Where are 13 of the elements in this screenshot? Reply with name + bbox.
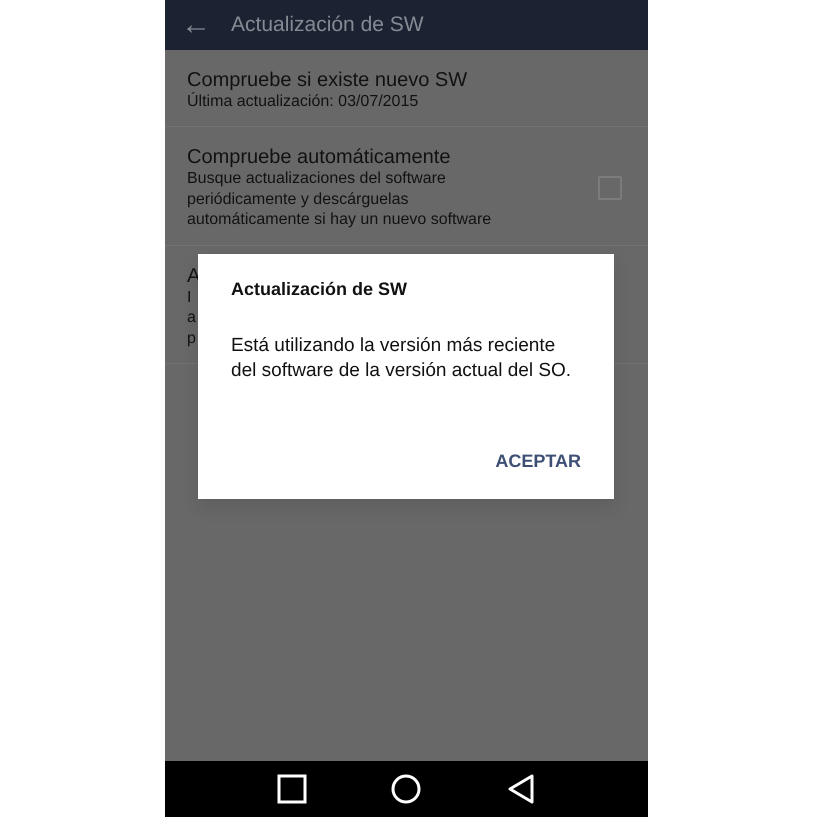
dialog-title: Actualización de SW	[231, 278, 408, 301]
setting-description: Busque actualizaciones del software periódicamente y descárguelas automáticamente si hay un nuevo software	[187, 169, 492, 230]
back-icon[interactable]: ←	[181, 10, 211, 40]
accept-button[interactable]: ACEPTAR	[495, 444, 581, 479]
back-icon[interactable]	[506, 774, 536, 804]
dialog-message: Está utilizando la versión más reciente del software de la versión actual del SO.	[231, 334, 572, 384]
setting-title: Compruebe si existe nuevo SW	[187, 68, 468, 92]
screen-title: Actualización de SW	[231, 12, 424, 38]
home-icon[interactable]	[391, 774, 422, 804]
setting-title: Compruebe automáticamente	[187, 145, 452, 170]
recents-icon[interactable]	[277, 774, 308, 804]
setting-description: Última actualización: 03/07/2015	[187, 92, 420, 112]
setting-description: I a p	[187, 288, 197, 349]
